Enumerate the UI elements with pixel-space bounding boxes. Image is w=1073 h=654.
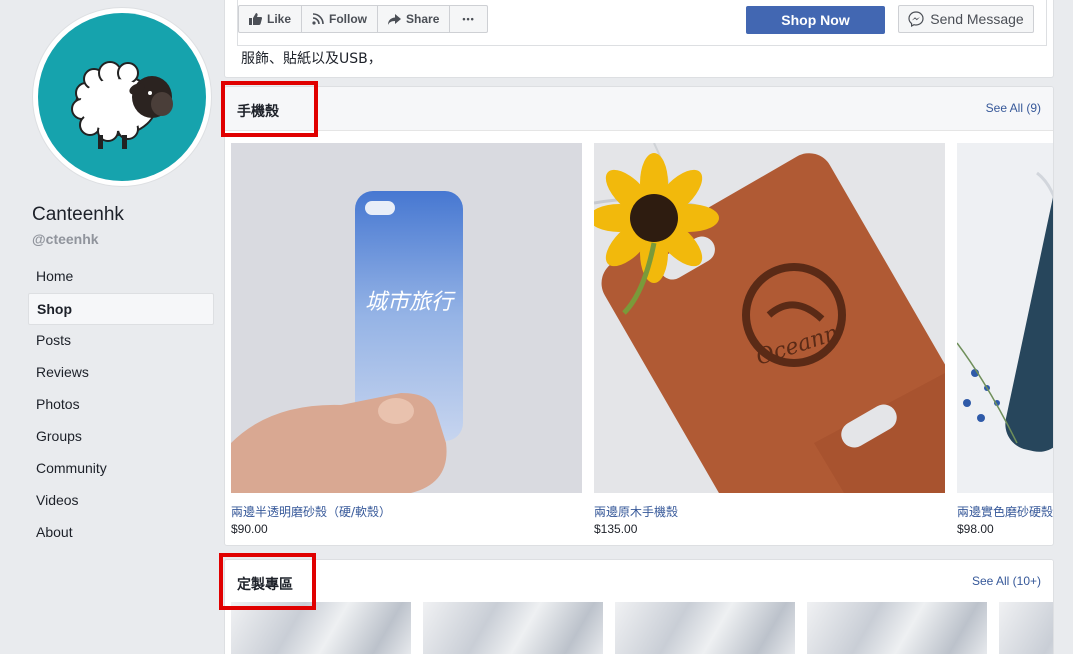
page-nav: Home Shop Posts Reviews Photos Groups Co… [28, 261, 214, 549]
more-dots-icon: ••• [462, 14, 475, 24]
product-name[interactable]: 兩邊原木手機殼 [594, 503, 945, 520]
send-message-label: Send Message [930, 11, 1024, 27]
product-thumbnail[interactable] [999, 602, 1053, 654]
sheep-logo-icon [71, 61, 173, 149]
rss-icon [312, 13, 324, 25]
product-thumbnail[interactable] [615, 602, 795, 654]
nav-item-about[interactable]: About [28, 517, 214, 549]
product-thumbnail[interactable] [423, 602, 603, 654]
section-phone-cases: 手機殼 See All (9) 城市旅行 兩邊半透明磨砂殼（硬/軟殼） $90.… [224, 86, 1054, 546]
like-label: Like [267, 12, 292, 26]
nav-item-photos[interactable]: Photos [28, 389, 214, 421]
like-button[interactable]: Like [239, 6, 303, 32]
highlight-box-section-1 [221, 81, 318, 137]
frosted-case-photo: 城市旅行 [231, 143, 582, 493]
product-name[interactable]: 兩邊半透明磨砂殼（硬/軟殼） [231, 503, 582, 520]
product-price: $135.00 [594, 522, 638, 536]
share-button[interactable]: Share [378, 6, 451, 32]
share-arrow-icon [388, 13, 402, 25]
product-image[interactable]: 城市旅行 [231, 143, 582, 493]
action-button-group: Like Follow Share ••• [238, 5, 488, 33]
page-description: 服飾、貼紙以及USB， [241, 51, 382, 67]
section-header: 手機殼 See All (9) [225, 87, 1053, 131]
nav-item-videos[interactable]: Videos [28, 485, 214, 517]
page-handle[interactable]: @cteenhk [32, 231, 99, 247]
product-name[interactable]: 兩邊實色磨砂硬殼 [957, 503, 1053, 520]
avatar[interactable] [38, 13, 206, 181]
highlight-box-section-2 [219, 553, 316, 610]
see-all-link[interactable]: See All (9) [986, 101, 1041, 115]
product-card[interactable]: 城市旅行 兩邊半透明磨砂殼（硬/軟殼） $90.00 [231, 143, 582, 536]
product-card[interactable]: 兩邊實色磨砂硬殼 $98.00 [957, 143, 1053, 536]
section-custom: 定製專區 See All (10+) [224, 559, 1054, 654]
see-all-link[interactable]: See All (10+) [972, 574, 1041, 588]
page-name[interactable]: Canteenhk [32, 204, 124, 226]
action-bar: Like Follow Share ••• Shop Now Send Mess… [237, 0, 1047, 46]
share-label: Share [406, 12, 440, 26]
wooden-case-photo: Oceann [594, 143, 945, 493]
send-message-button[interactable]: Send Message [898, 5, 1034, 33]
nav-item-community[interactable]: Community [28, 453, 214, 485]
left-column: Canteenhk @cteenhk Home Shop Posts Revie… [0, 0, 224, 654]
product-image[interactable]: Oceann [594, 143, 945, 493]
messenger-icon [908, 11, 924, 27]
case-print-text: 城市旅行 [365, 290, 456, 315]
product-row [231, 602, 1053, 654]
follow-button[interactable]: Follow [302, 6, 379, 32]
nav-item-groups[interactable]: Groups [28, 421, 214, 453]
product-price: $98.00 [957, 522, 994, 536]
thumbs-up-icon [249, 13, 262, 25]
product-image[interactable] [957, 143, 1053, 493]
product-row: 城市旅行 兩邊半透明磨砂殼（硬/軟殼） $90.00 Oceann 兩邊原木手機… [231, 143, 1053, 536]
product-card[interactable]: Oceann 兩邊原木手機殼 $135.00 [594, 143, 945, 536]
nav-item-home[interactable]: Home [28, 261, 214, 293]
page-header-card: Like Follow Share ••• Shop Now Send Mess… [224, 0, 1054, 78]
more-options-button[interactable]: ••• [450, 6, 486, 32]
section-header: 定製專區 See All (10+) [225, 560, 1053, 604]
follow-label: Follow [329, 12, 368, 26]
shop-now-button[interactable]: Shop Now [746, 6, 885, 34]
product-thumbnail[interactable] [807, 602, 987, 654]
product-price: $90.00 [231, 522, 268, 536]
nav-item-reviews[interactable]: Reviews [28, 357, 214, 389]
nav-item-shop[interactable]: Shop [28, 293, 214, 325]
solid-case-photo [957, 143, 1053, 493]
nav-item-posts[interactable]: Posts [28, 325, 214, 357]
